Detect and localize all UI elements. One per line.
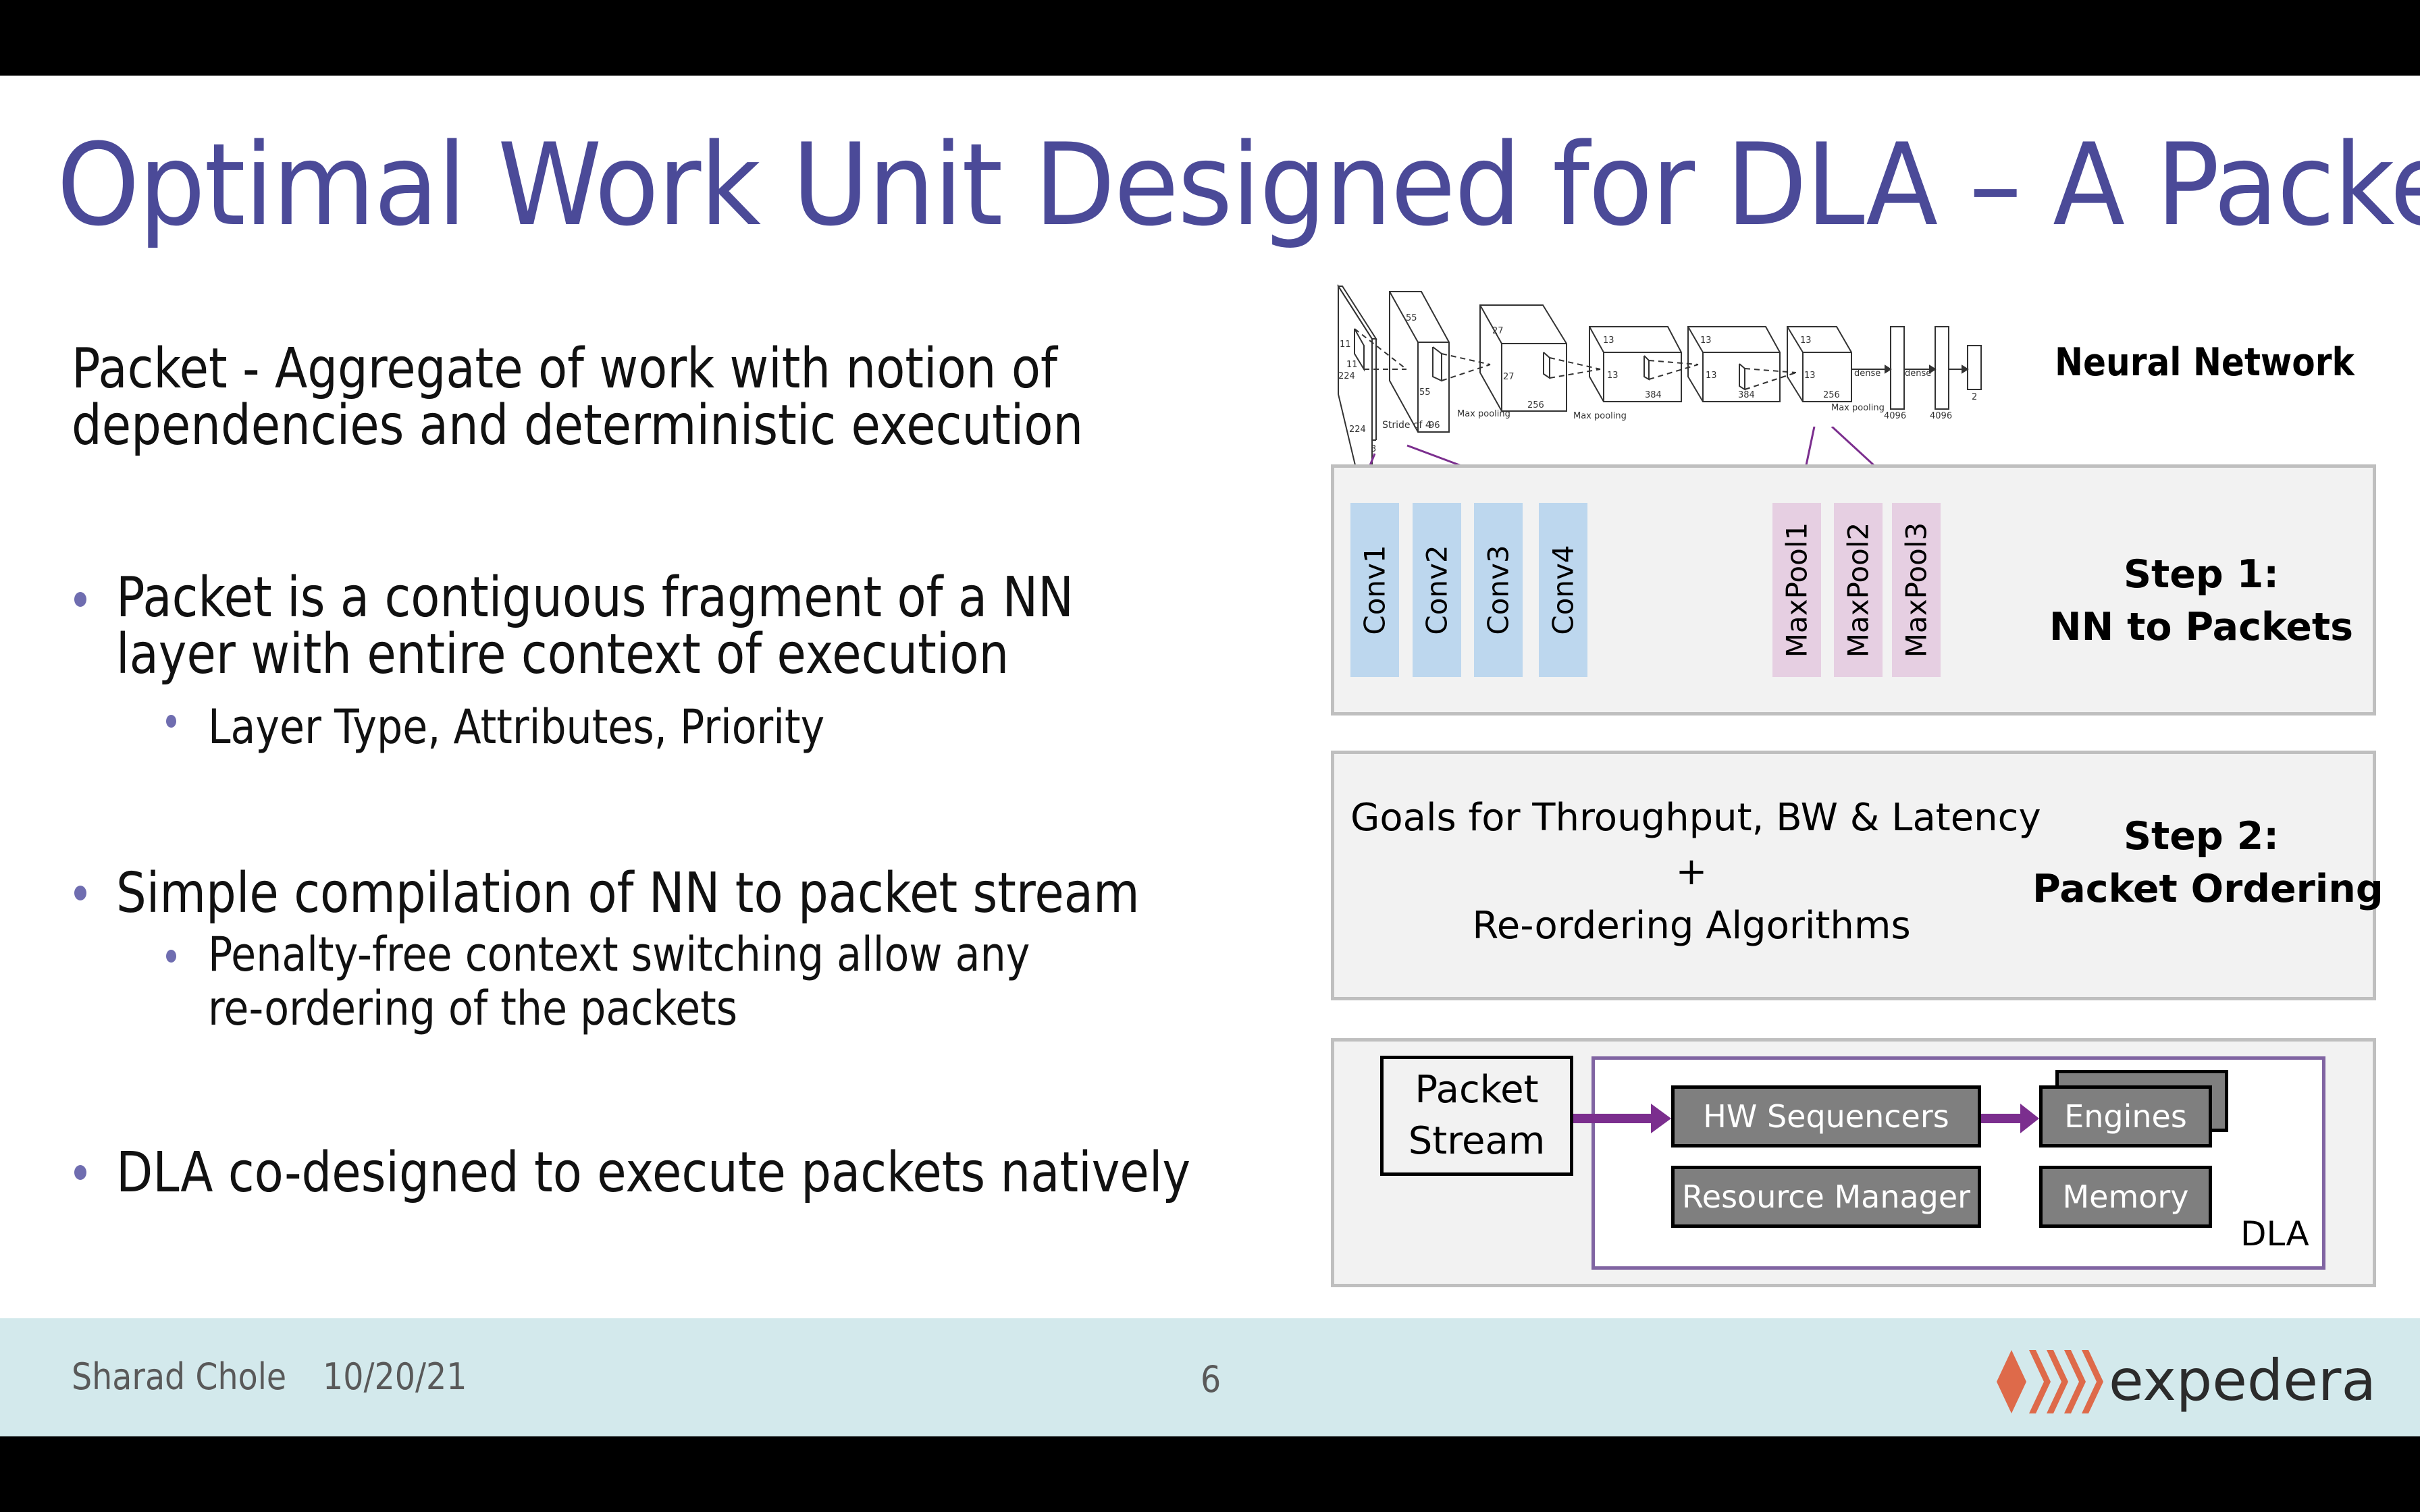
nn-output-layer [1967, 345, 1982, 390]
bullet-line: layer with entire context of execution [116, 622, 1009, 686]
step2-title: Step 2: Packet Ordering [2032, 810, 2384, 915]
nn-layer: 13 13 256 [1787, 326, 1852, 402]
step-number: Step 2: [2123, 814, 2280, 859]
packet-maxpool3: MaxPool3 [1892, 503, 1941, 677]
packet-stream-label: Stream [1408, 1119, 1546, 1163]
sub-bullet-icon [166, 950, 176, 963]
intro-line: dependencies and deterministic execution [72, 394, 1084, 458]
bullet-1: Packet is a contiguous fragment of a NN … [116, 570, 1074, 683]
nn-dense-layer [1935, 326, 1949, 410]
nn-dim: 27 [1503, 372, 1515, 382]
slide-title: Optimal Work Unit Designed for DLA – A P… [57, 119, 2420, 251]
dla-label: DLA [2240, 1214, 2309, 1253]
nn-dim: 13 [1607, 371, 1619, 381]
nn-dense-size: 4096 [1884, 411, 1906, 421]
step1-title: Step 1: NN to Packets [2032, 548, 2370, 653]
step-name: NN to Packets [2049, 605, 2354, 649]
packet-maxpool2: MaxPool2 [1834, 503, 1883, 677]
nn-layer: 27 27 256 [1479, 304, 1601, 412]
arrow-right-icon [1573, 1104, 1671, 1133]
nn-dim: 13 [1800, 335, 1812, 346]
step-name: Packet Ordering [2032, 867, 2384, 911]
sub-bullet-line: Penalty-free context switching allow any [208, 927, 1030, 982]
nn-kernel-size: 11 [1340, 340, 1351, 350]
packet-conv2: Conv2 [1413, 503, 1461, 677]
packet-label: Conv2 [1420, 545, 1454, 635]
bullet-2: Simple compilation of NN to packet strea… [116, 861, 1140, 925]
packet-label: Conv4 [1546, 545, 1580, 635]
packet-label: Conv1 [1358, 545, 1392, 635]
nn-kernel-size: 11 [1346, 360, 1358, 370]
engines-box: Engines [2039, 1085, 2212, 1148]
nn-dim: 13 [1706, 371, 1717, 381]
expedera-chevrons-icon [1997, 1350, 2103, 1413]
nn-dense-layer [1890, 326, 1905, 410]
bullet-2-sub: Penalty-free context switching allow any… [208, 927, 1030, 1035]
intro-line: Packet - Aggregate of work with notion o… [72, 337, 1057, 401]
nn-dim: 13 [1603, 335, 1614, 346]
packet-stream-label: Packet [1415, 1068, 1539, 1112]
memory-box: Memory [2039, 1166, 2212, 1228]
nn-dense-label: dense [1905, 369, 1931, 379]
nn-dense-size: 4096 [1930, 411, 1952, 421]
nn-dim: 55 [1406, 313, 1417, 323]
plus-sign: + [1675, 850, 1708, 894]
nn-layer: 13 13 384 [1687, 326, 1797, 402]
packet-stream-box: Packet Stream [1380, 1056, 1573, 1176]
nn-dim: 55 [1419, 387, 1431, 398]
sub-bullet-icon [166, 715, 176, 728]
nn-dim: 384 [1645, 390, 1662, 400]
bullet-1-sub: Layer Type, Attributes, Priority [208, 699, 825, 755]
logo-wordmark: expedera [2109, 1347, 2376, 1413]
packet-conv4: Conv4 [1539, 503, 1587, 677]
packet-label: MaxPool3 [1899, 522, 1933, 658]
packet-conv3: Conv3 [1474, 503, 1523, 677]
goals-line: Goals for Throughput, BW & Latency [1350, 796, 2041, 840]
nn-dim: 224 [1338, 371, 1355, 381]
flow-arrows [1573, 1104, 2039, 1133]
packet-label: MaxPool2 [1841, 522, 1875, 658]
packet-maxpool1: MaxPool1 [1772, 503, 1821, 677]
nn-dim: 384 [1738, 390, 1755, 400]
nn-dim: 13 [1804, 371, 1816, 381]
expedera-logo: expedera [1997, 1347, 2376, 1413]
nn-maxpool-note: Max pooling [1831, 403, 1885, 413]
nn-dim: 256 [1527, 400, 1544, 410]
nn-output-size: 2 [1972, 392, 1977, 402]
resource-manager-box: Resource Manager [1671, 1166, 1981, 1228]
sub-bullet-line: re-ordering of the packets [208, 981, 738, 1036]
packet-label: MaxPool1 [1780, 522, 1814, 658]
footer-date: 10/20/21 [323, 1355, 467, 1398]
bullet-icon [74, 886, 86, 900]
nn-layer: 13 13 384 [1589, 326, 1699, 402]
bullet-icon [74, 1165, 86, 1180]
bullet-3: DLA co-designed to execute packets nativ… [116, 1141, 1191, 1205]
nn-dim: 13 [1700, 335, 1712, 346]
nn-dim: 27 [1492, 326, 1504, 336]
neural-network-label: Neural Network [2055, 340, 2355, 385]
packet-conv1: Conv1 [1350, 503, 1399, 677]
slide: Optimal Work Unit Designed for DLA – A P… [0, 76, 2420, 1436]
bullet-icon [74, 592, 86, 607]
step-number: Step 1: [2123, 552, 2280, 597]
intro-definition: Packet - Aggregate of work with notion o… [72, 341, 1083, 454]
page-number: 6 [1201, 1358, 1221, 1401]
nn-dense-label: dense [1854, 369, 1880, 379]
packet-label: Conv3 [1481, 545, 1515, 635]
nn-maxpool-note: Max pooling [1573, 411, 1627, 421]
goals-line: Re-ordering Algorithms [1472, 904, 1911, 948]
arrow-right-icon [1981, 1104, 2039, 1133]
packet-ordering-goals: Goals for Throughput, BW & Latency + Re-… [1350, 791, 2041, 953]
nn-dim: 256 [1823, 390, 1840, 400]
footer-author: Sharad Chole [72, 1355, 287, 1398]
bullet-line: Packet is a contiguous fragment of a NN [116, 566, 1074, 630]
